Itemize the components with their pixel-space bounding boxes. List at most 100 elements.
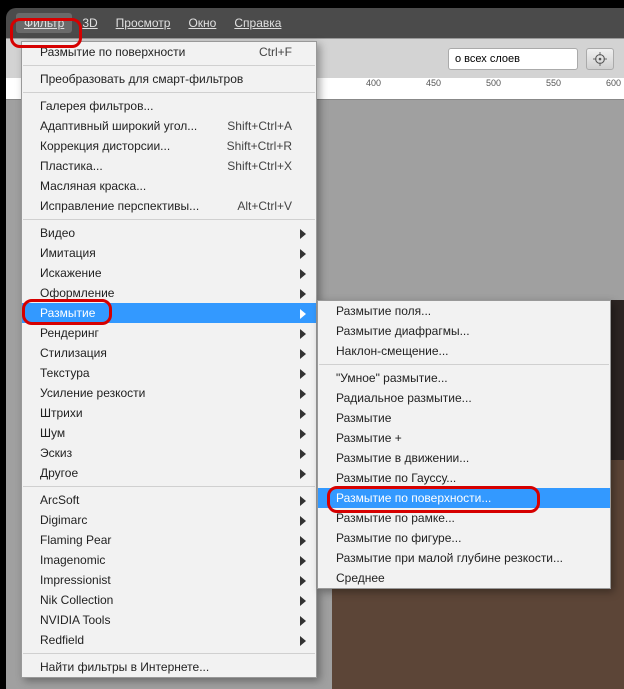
menu-item[interactable]: Галерея фильтров... bbox=[22, 96, 316, 116]
menu-item-label: Радиальное размытие... bbox=[336, 391, 472, 405]
menu-item-label: Размытие диафрагмы... bbox=[336, 324, 470, 338]
menu-item[interactable]: Текстура bbox=[22, 363, 316, 383]
menu-item[interactable]: Размытие по фигуре... bbox=[318, 528, 610, 548]
ruler-tick-label: 600 bbox=[606, 78, 621, 88]
menu-item[interactable]: Радиальное размытие... bbox=[318, 388, 610, 408]
ruler-tick-label: 450 bbox=[426, 78, 441, 88]
menu-item[interactable]: Искажение bbox=[22, 263, 316, 283]
chevron-right-icon bbox=[300, 288, 310, 298]
menu-window[interactable]: Окно bbox=[180, 13, 224, 33]
menu-item-label: Искажение bbox=[40, 266, 102, 280]
menu-separator bbox=[23, 486, 315, 487]
menu-item[interactable]: Размытие bbox=[318, 408, 610, 428]
menu-item-shortcut: Alt+Ctrl+V bbox=[237, 199, 292, 213]
menu-item-label: "Умное" размытие... bbox=[336, 371, 448, 385]
menu-item[interactable]: Размытие диафрагмы... bbox=[318, 321, 610, 341]
menu-item-label: Размытие по поверхности... bbox=[336, 491, 491, 505]
menu-item[interactable]: Оформление bbox=[22, 283, 316, 303]
menu-item[interactable]: Исправление перспективы...Alt+Ctrl+V bbox=[22, 196, 316, 216]
menu-item-last-filter[interactable]: Размытие по поверхности Ctrl+F bbox=[22, 42, 316, 62]
chevron-right-icon bbox=[300, 348, 310, 358]
menu-item[interactable]: Redfield bbox=[22, 630, 316, 650]
menu-item-convert-smart[interactable]: Преобразовать для смарт-фильтров bbox=[22, 69, 316, 89]
menu-item[interactable]: Стилизация bbox=[22, 343, 316, 363]
chevron-right-icon bbox=[300, 468, 310, 478]
chevron-right-icon bbox=[300, 428, 310, 438]
menu-item-label: Эскиз bbox=[40, 446, 72, 460]
menu-item[interactable]: Impressionist bbox=[22, 570, 316, 590]
blur-submenu: Размытие поля... Размытие диафрагмы... Нак… bbox=[317, 300, 611, 589]
menu-item-label: Найти фильтры в Интернете... bbox=[40, 660, 209, 674]
menu-item[interactable]: Flaming Pear bbox=[22, 530, 316, 550]
menu-item-label: Видео bbox=[40, 226, 75, 240]
menu-item-browse-filters[interactable]: Найти фильтры в Интернете... bbox=[22, 657, 316, 677]
chevron-right-icon bbox=[300, 495, 310, 505]
menu-item[interactable]: NVIDIA Tools bbox=[22, 610, 316, 630]
menu-item-label: Flaming Pear bbox=[40, 533, 111, 547]
menu-item[interactable]: Масляная краска... bbox=[22, 176, 316, 196]
menu-item-label: Nik Collection bbox=[40, 593, 113, 607]
menu-item[interactable]: Рендеринг bbox=[22, 323, 316, 343]
menu-item-shortcut: Ctrl+F bbox=[259, 45, 292, 59]
filter-menu: Размытие по поверхности Ctrl+F Преобразо… bbox=[21, 41, 317, 678]
menu-item-label: Digimarc bbox=[40, 513, 87, 527]
menu-item-surface-blur[interactable]: Размытие по поверхности... bbox=[318, 488, 610, 508]
menu-item[interactable]: Среднее bbox=[318, 568, 610, 588]
menu-item[interactable]: Имитация bbox=[22, 243, 316, 263]
menu-3d[interactable]: 3D bbox=[74, 13, 105, 33]
menu-item-label: Штрихи bbox=[40, 406, 83, 420]
chevron-right-icon bbox=[300, 268, 310, 278]
menu-item-label: Размытие поля... bbox=[336, 304, 431, 318]
menu-item[interactable]: Размытие + bbox=[318, 428, 610, 448]
chevron-right-icon bbox=[300, 388, 310, 398]
menu-item-label: Имитация bbox=[40, 246, 96, 260]
menu-help[interactable]: Справка bbox=[226, 13, 289, 33]
menu-item-shortcut: Shift+Ctrl+X bbox=[227, 159, 292, 173]
menu-filter[interactable]: Фильтр bbox=[16, 13, 72, 33]
menu-item[interactable]: Другое bbox=[22, 463, 316, 483]
menu-item[interactable]: Imagenomic bbox=[22, 550, 316, 570]
menu-item[interactable]: Размытие в движении... bbox=[318, 448, 610, 468]
menu-item-blur[interactable]: Размытие bbox=[22, 303, 316, 323]
menu-item-label: Галерея фильтров... bbox=[40, 99, 153, 113]
menu-separator bbox=[23, 92, 315, 93]
menu-item[interactable]: Digimarc bbox=[22, 510, 316, 530]
menu-item[interactable]: ArcSoft bbox=[22, 490, 316, 510]
menu-item[interactable]: Размытие при малой глубине резкости... bbox=[318, 548, 610, 568]
target-icon-button[interactable] bbox=[586, 48, 614, 70]
menu-item[interactable]: "Умное" размытие... bbox=[318, 368, 610, 388]
menu-item-label: Размытие по Гауссу... bbox=[336, 471, 456, 485]
menu-item[interactable]: Шум bbox=[22, 423, 316, 443]
menu-item-label: Среднее bbox=[336, 571, 385, 585]
menu-item[interactable]: Размытие по рамке... bbox=[318, 508, 610, 528]
menu-item[interactable]: Адаптивный широкий угол...Shift+Ctrl+A bbox=[22, 116, 316, 136]
menu-item[interactable]: Пластика...Shift+Ctrl+X bbox=[22, 156, 316, 176]
menu-item[interactable]: Наклон-смещение... bbox=[318, 341, 610, 361]
menu-item[interactable]: Размытие поля... bbox=[318, 301, 610, 321]
menu-item-label: Коррекция дисторсии... bbox=[40, 139, 170, 153]
chevron-right-icon bbox=[300, 535, 310, 545]
menu-item[interactable]: Усиление резкости bbox=[22, 383, 316, 403]
chevron-right-icon bbox=[300, 408, 310, 418]
menu-separator bbox=[319, 364, 609, 365]
menu-item-label: Размытие bbox=[336, 411, 391, 425]
menu-item-label: Размытие в движении... bbox=[336, 451, 469, 465]
menu-separator bbox=[23, 653, 315, 654]
menu-item-label: Redfield bbox=[40, 633, 84, 647]
menu-item-label: Размытие bbox=[40, 306, 95, 320]
menu-view[interactable]: Просмотр bbox=[108, 13, 179, 33]
menu-item[interactable]: Штрихи bbox=[22, 403, 316, 423]
menu-item[interactable]: Размытие по Гауссу... bbox=[318, 468, 610, 488]
menu-item[interactable]: Эскиз bbox=[22, 443, 316, 463]
sample-select[interactable]: о всех слоев bbox=[448, 48, 578, 70]
menubar: Фильтр 3D Просмотр Окно Справка bbox=[6, 8, 624, 38]
menu-item-label: Шум bbox=[40, 426, 65, 440]
ruler-tick-label: 500 bbox=[486, 78, 501, 88]
menu-item-label: Стилизация bbox=[40, 346, 107, 360]
chevron-right-icon bbox=[300, 615, 310, 625]
menu-item[interactable]: Nik Collection bbox=[22, 590, 316, 610]
menu-item[interactable]: Видео bbox=[22, 223, 316, 243]
chevron-right-icon bbox=[300, 575, 310, 585]
menu-item[interactable]: Коррекция дисторсии...Shift+Ctrl+R bbox=[22, 136, 316, 156]
menu-item-label: Размытие по рамке... bbox=[336, 511, 455, 525]
